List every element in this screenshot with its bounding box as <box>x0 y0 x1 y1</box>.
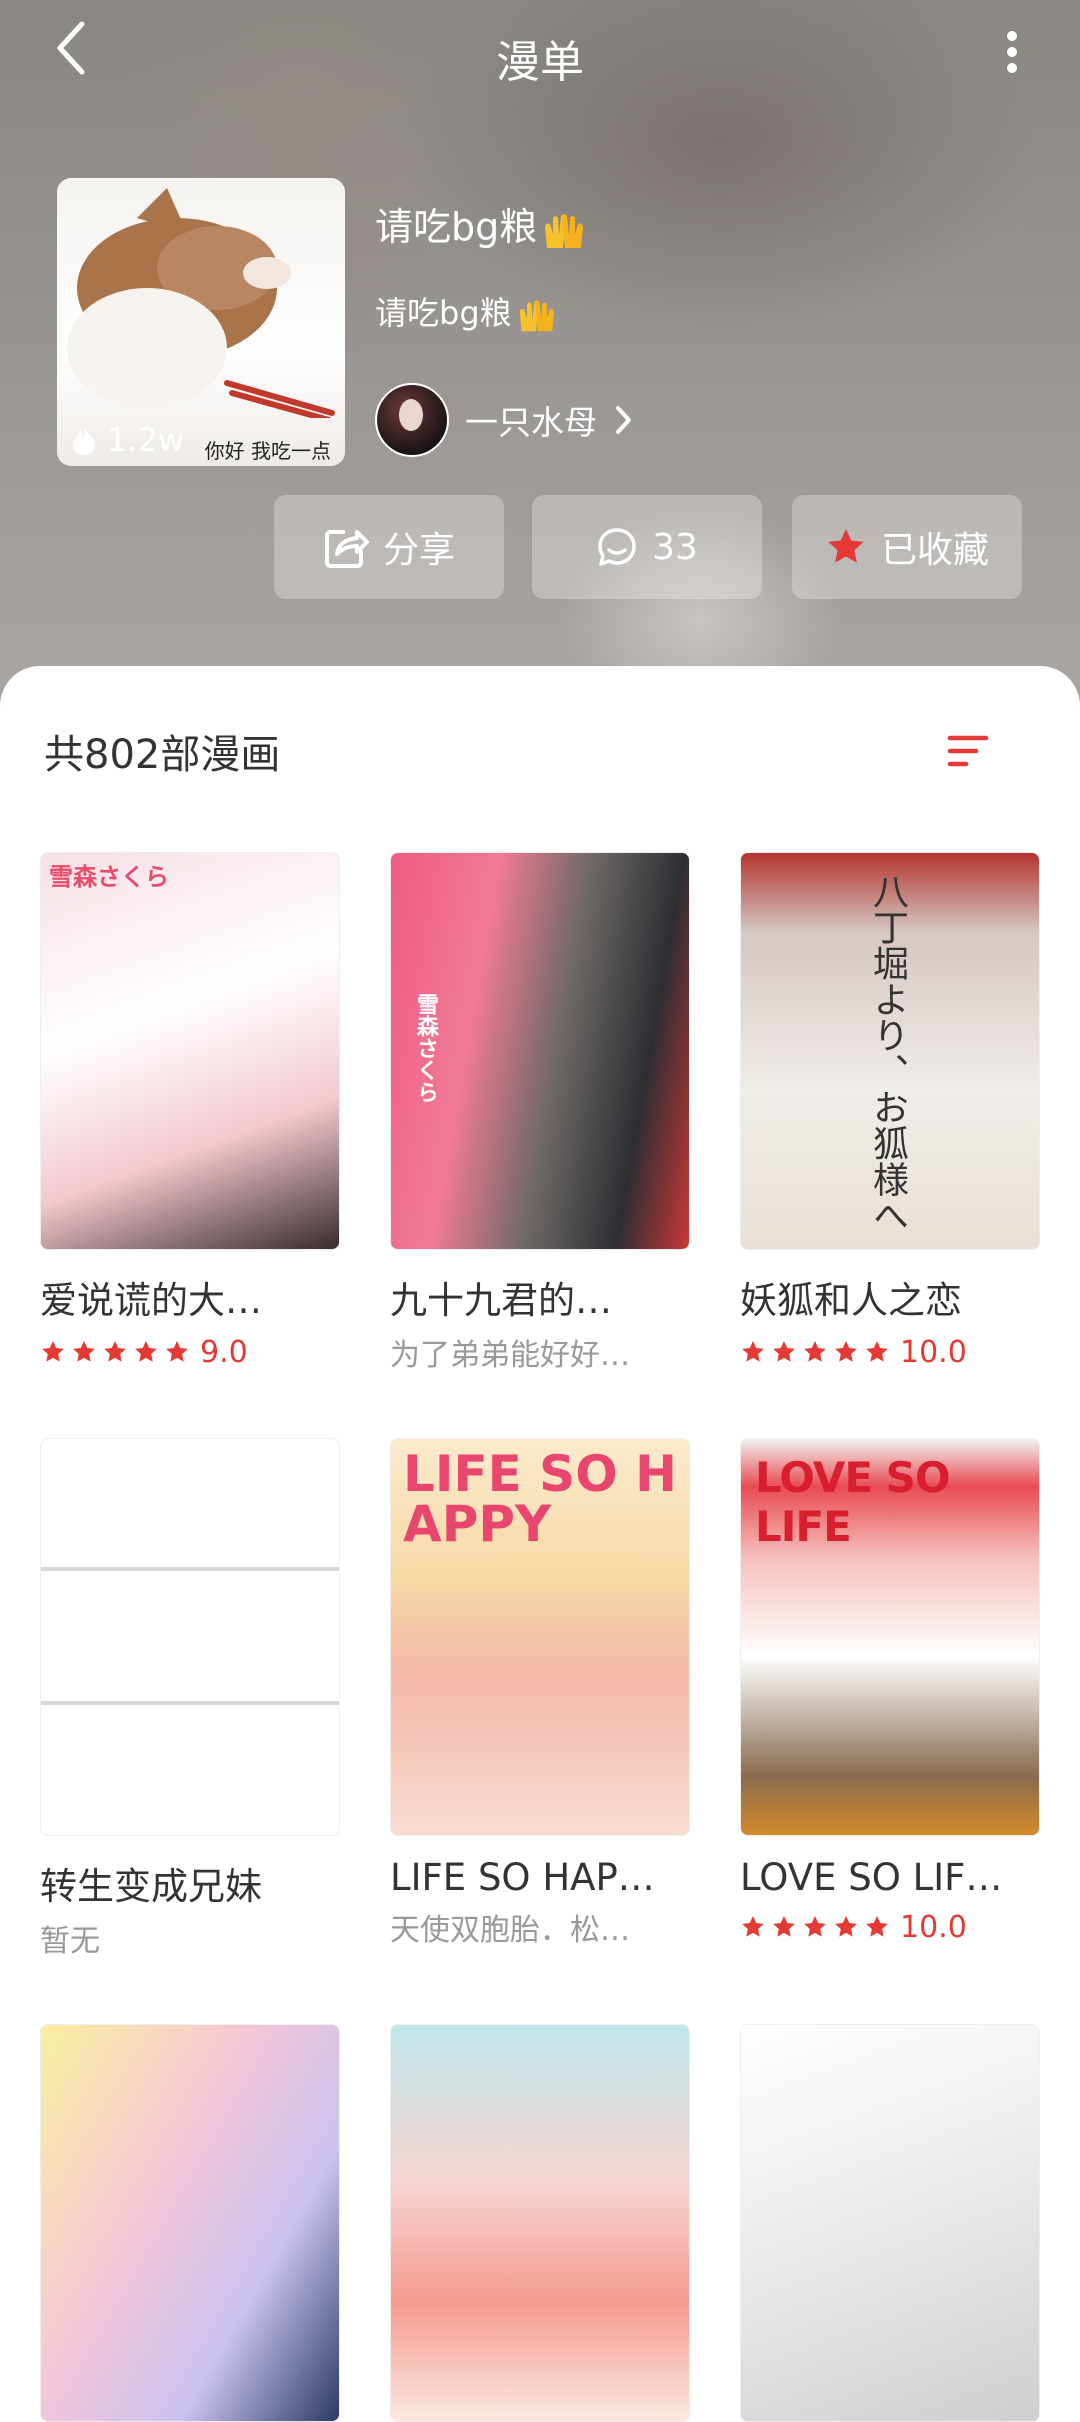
comic-rating: 10.0 <box>740 1332 1040 1372</box>
star-icon <box>742 1915 764 1937</box>
comic-cover <box>40 2024 340 2422</box>
favorite-button[interactable]: 已收藏 <box>792 495 1022 599</box>
comic-card[interactable]: 八丁堀より、お狐様へ 妖狐和人之恋 10.0 <box>740 852 1040 1372</box>
comic-card[interactable]: LOVE SO LIFE LOVE SO LIF… 10.0 <box>740 1438 1040 1947</box>
comic-cover: LOVE SO LIFE <box>740 1438 1040 1836</box>
star-icon <box>773 1340 795 1362</box>
cover-title-text: 雪森さくら <box>413 993 438 1103</box>
star-icon <box>804 1340 826 1362</box>
star-icon <box>73 1340 95 1362</box>
list-title-text: 请吃bg粮 <box>375 205 538 249</box>
comic-title: 爱说谎的大… <box>40 1279 262 1322</box>
comic-rating: 10.0 <box>740 1907 1040 1947</box>
list-description: 请吃bg粮 <box>375 288 556 334</box>
comic-title: LOVE SO LIF… <box>740 1856 1003 1899</box>
star-icon <box>166 1340 188 1362</box>
comic-cover: LIFE SO HAPPY <box>390 1438 690 1836</box>
comic-cover: 八丁堀より、お狐様へ <box>740 852 1040 1250</box>
share-button[interactable]: 分享 <box>274 495 504 599</box>
content-sheet: 共802部漫画 雪森さくら 爱说谎的大… 9.0 雪森さくら 九十九君的… 为了… <box>0 666 1080 2422</box>
share-label: 分享 <box>382 530 455 571</box>
star-icon <box>42 1340 64 1362</box>
star-icon <box>804 1915 826 1937</box>
star-icon <box>135 1340 157 1362</box>
comic-cover: 雪森さくら <box>390 852 690 1250</box>
sort-button[interactable] <box>944 732 992 772</box>
cover-caption: 你好 我吃一点 <box>204 439 331 463</box>
heat-count: 1.2w <box>71 420 184 460</box>
comic-subtitle: 暂无 <box>40 1924 100 1959</box>
comic-score: 10.0 <box>900 1334 967 1370</box>
list-description-text: 请吃bg粮 <box>375 294 512 332</box>
cover-title-text: LIFE SO HAPPY <box>403 1445 677 1553</box>
list-cover-image[interactable]: 你好 我吃一点 1.2w <box>57 178 345 466</box>
comic-title: 九十九君的… <box>390 1279 612 1322</box>
flame-icon <box>73 426 95 455</box>
rating-stars <box>40 1339 190 1365</box>
comic-title: LIFE SO HAP… <box>390 1856 655 1899</box>
comic-score: 9.0 <box>200 1334 248 1370</box>
author-name: 一只水母 <box>465 403 597 442</box>
more-vertical-icon <box>1007 31 1017 73</box>
comic-cover <box>390 2024 690 2422</box>
star-icon <box>835 1915 857 1937</box>
comic-card[interactable]: 转生变成兄妹 暂无 <box>40 1438 340 1959</box>
chevron-right-icon <box>616 406 631 434</box>
star-filled-icon <box>828 529 864 563</box>
cover-title-text: 八丁堀より、お狐様へ <box>867 873 908 1233</box>
cover-title-text: LOVE SO LIFE <box>755 1453 951 1551</box>
rating-stars <box>740 1914 890 1940</box>
comic-cover <box>40 1438 340 1836</box>
raising-hands-emoji-icon <box>519 300 554 332</box>
comment-button[interactable]: 33 <box>532 495 762 599</box>
comic-subtitle: 为了弟弟能好好… <box>390 1338 630 1373</box>
star-icon <box>866 1340 888 1362</box>
star-icon <box>773 1915 795 1937</box>
comic-cover <box>740 2024 1040 2422</box>
comment-icon <box>598 528 636 566</box>
author-avatar <box>375 383 449 457</box>
comic-card[interactable]: 雪森さくら 九十九君的… 为了弟弟能好好… <box>390 852 690 1373</box>
comic-card[interactable] <box>740 2024 1040 2422</box>
top-bar: 漫单 <box>0 0 1080 104</box>
list-title: 请吃bg粮 <box>375 196 585 251</box>
more-button[interactable] <box>990 22 1034 82</box>
star-icon <box>104 1340 126 1362</box>
sort-icon <box>947 735 989 767</box>
comic-count: 共802部漫画 <box>44 732 281 778</box>
heat-value: 1.2w <box>107 421 185 459</box>
comic-title: 妖狐和人之恋 <box>740 1279 962 1322</box>
star-icon <box>742 1340 764 1362</box>
cat-illustration <box>67 188 335 418</box>
comic-card[interactable] <box>40 2024 340 2422</box>
cover-title-text: 雪森さくら <box>49 863 169 891</box>
rating-stars <box>740 1339 890 1365</box>
star-icon <box>835 1340 857 1362</box>
comic-rating: 9.0 <box>40 1332 340 1372</box>
share-icon <box>324 530 369 568</box>
page-title: 漫单 <box>496 37 584 88</box>
comic-score: 10.0 <box>900 1909 967 1945</box>
comic-title: 转生变成兄妹 <box>40 1865 262 1908</box>
star-icon <box>866 1915 888 1937</box>
author-link[interactable]: 一只水母 <box>375 383 633 457</box>
comic-card[interactable]: 雪森さくら 爱说谎的大… 9.0 <box>40 852 340 1372</box>
favorite-label: 已收藏 <box>880 530 989 571</box>
comic-subtitle: 天使双胞胎．松… <box>390 1913 630 1948</box>
comic-card[interactable]: LIFE SO HAPPY LIFE SO HAP… 天使双胞胎．松… <box>390 1438 690 1948</box>
comic-card[interactable] <box>390 2024 690 2422</box>
comic-cover: 雪森さくら <box>40 852 340 1250</box>
comment-count: 33 <box>652 526 698 568</box>
raising-hands-emoji-icon <box>545 213 584 248</box>
